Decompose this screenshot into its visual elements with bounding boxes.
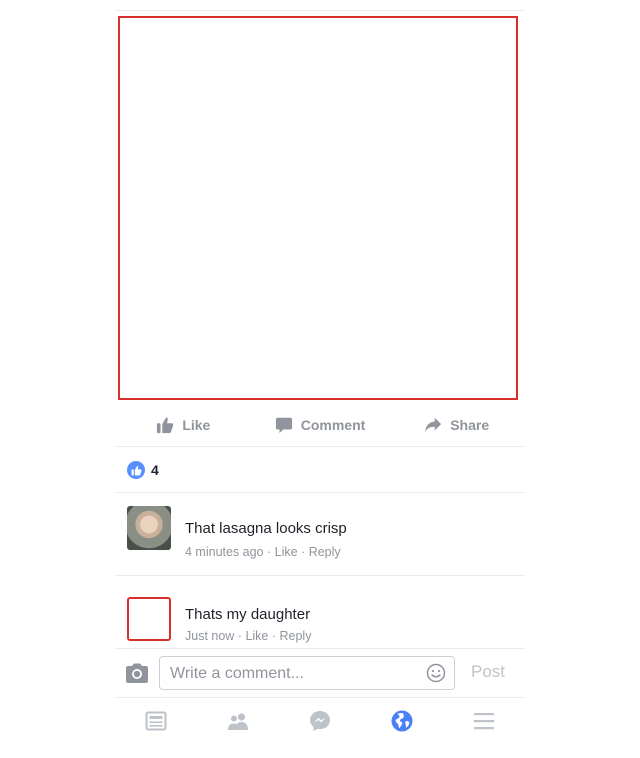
post-photo[interactable] bbox=[118, 16, 518, 400]
post-button[interactable]: Post bbox=[471, 662, 505, 682]
comment-input-box bbox=[159, 656, 455, 691]
comment-button[interactable]: Comment bbox=[252, 404, 389, 446]
comment-label: Comment bbox=[300, 417, 366, 433]
tab-messenger[interactable] bbox=[279, 698, 361, 744]
tab-more[interactable] bbox=[443, 698, 525, 744]
reaction-summary[interactable]: 4 bbox=[127, 459, 159, 481]
news-feed-icon bbox=[145, 711, 167, 731]
top-divider bbox=[115, 10, 525, 11]
avatar[interactable] bbox=[127, 597, 171, 641]
tab-news-feed[interactable] bbox=[115, 698, 197, 744]
like-count: 4 bbox=[151, 462, 159, 478]
comment-text: That lasagna looks crisp bbox=[185, 520, 347, 537]
messenger-icon bbox=[310, 711, 330, 731]
comment-like-link[interactable]: Like bbox=[275, 545, 298, 559]
meta-separator: · bbox=[263, 545, 275, 559]
thumbs-up-icon bbox=[157, 417, 174, 434]
divider bbox=[115, 575, 525, 576]
post: Like Comment Share 4 That lasagna looks … bbox=[115, 0, 525, 758]
comment-item: That lasagna looks crisp 4 minutes ago ·… bbox=[127, 506, 517, 566]
comment-meta: 4 minutes ago · Like · Reply bbox=[185, 545, 341, 559]
comment-input[interactable] bbox=[168, 657, 422, 691]
tab-notifications[interactable] bbox=[361, 698, 443, 744]
like-reaction-icon bbox=[127, 461, 145, 479]
friends-icon bbox=[228, 713, 248, 730]
comment-reply-link[interactable]: Reply bbox=[309, 545, 341, 559]
globe-icon bbox=[391, 710, 413, 732]
divider bbox=[115, 446, 525, 447]
tab-friends[interactable] bbox=[197, 698, 279, 744]
comment-time: 4 minutes ago bbox=[185, 545, 264, 559]
share-label: Share bbox=[450, 417, 490, 433]
like-button[interactable]: Like bbox=[115, 404, 252, 446]
comment-like-link[interactable]: Like bbox=[245, 629, 268, 643]
comment-meta: Just now · Like · Reply bbox=[185, 629, 311, 643]
avatar[interactable] bbox=[127, 506, 171, 550]
meta-separator: · bbox=[234, 629, 246, 643]
meta-separator: · bbox=[268, 629, 280, 643]
menu-icon bbox=[474, 713, 494, 730]
post-actions: Like Comment Share bbox=[115, 404, 525, 446]
comment-composer: Post bbox=[115, 650, 525, 696]
divider bbox=[115, 648, 525, 649]
share-arrow-icon bbox=[425, 417, 442, 433]
camera-icon[interactable] bbox=[125, 662, 149, 684]
comment-item: Thats my daughter Just now · Like · Repl… bbox=[127, 597, 517, 647]
comment-text: Thats my daughter bbox=[185, 606, 311, 623]
bottom-tab-bar bbox=[115, 698, 525, 744]
like-label: Like bbox=[182, 417, 211, 433]
share-button[interactable]: Share bbox=[388, 404, 525, 446]
meta-separator: · bbox=[297, 545, 309, 559]
comment-reply-link[interactable]: Reply bbox=[280, 629, 312, 643]
comment-time: Just now bbox=[185, 629, 235, 643]
smiley-icon[interactable] bbox=[426, 663, 446, 683]
speech-bubble-icon bbox=[275, 417, 292, 434]
divider bbox=[115, 492, 525, 493]
